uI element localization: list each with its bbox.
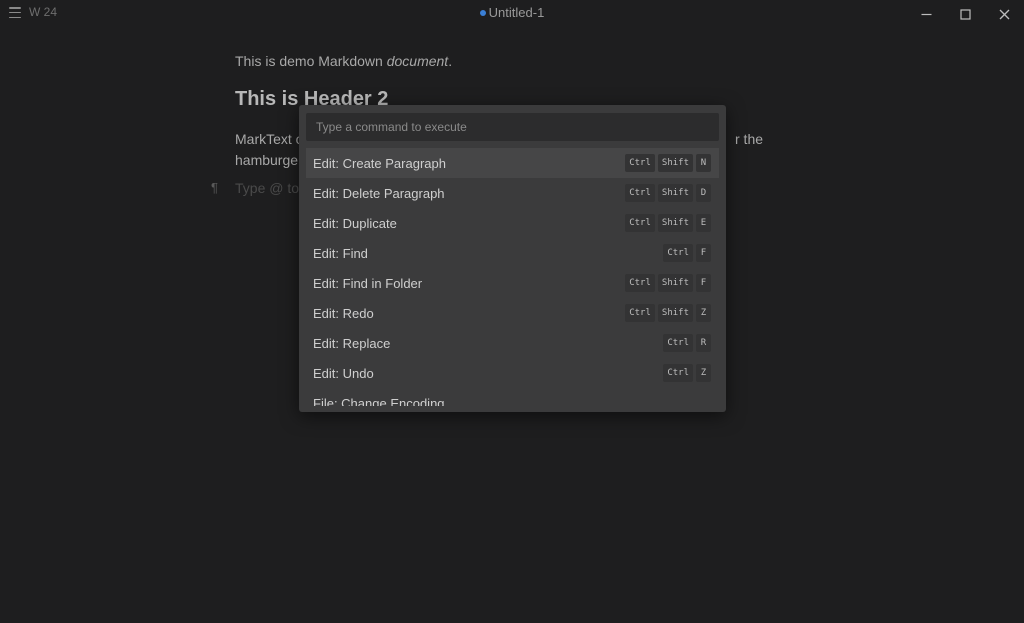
shortcut-keys: Ctrl Shift F: [625, 274, 711, 292]
shortcut-key: Ctrl: [663, 364, 693, 382]
shortcut-key: Shift: [657, 304, 693, 322]
command-item[interactable]: Edit: Delete Paragraph Ctrl Shift D: [306, 178, 719, 208]
command-item[interactable]: Edit: Duplicate Ctrl Shift E: [306, 208, 719, 238]
shortcut-key: Shift: [657, 154, 693, 172]
command-list: Edit: Create Paragraph Ctrl Shift N Edit: De…: [306, 148, 719, 406]
paragraph-icon[interactable]: ¶: [211, 180, 218, 195]
command-item[interactable]: File: Change Encoding: [306, 388, 719, 407]
shortcut-key: Shift: [657, 274, 693, 292]
command-label: Edit: Undo: [313, 365, 374, 381]
shortcut-keys: Ctrl R: [663, 334, 711, 352]
shortcut-key: Ctrl: [625, 214, 655, 232]
command-label: File: Change Encoding: [313, 395, 445, 407]
shortcut-key: D: [696, 184, 711, 202]
window-title-text: Untitled-1: [488, 5, 545, 20]
command-palette: Edit: Create ParagraphCtrlShiftNEdit: De…: [299, 105, 726, 412]
title-bar: W 24 Untitled-1: [0, 0, 1024, 28]
command-item[interactable]: Edit: Replace Ctrl R: [306, 328, 719, 358]
command-item[interactable]: Edit: Undo Ctrl Z: [306, 358, 719, 388]
shortcut-key: Ctrl: [625, 154, 655, 172]
shortcut-keys: Ctrl Shift Z: [625, 304, 711, 322]
minimize-button[interactable]: [906, 0, 946, 28]
command-search-input[interactable]: [306, 113, 719, 141]
shortcut-key: Shift: [657, 214, 693, 232]
shortcut-key: F: [696, 244, 711, 262]
maximize-icon: [959, 8, 971, 20]
minimize-icon: [921, 13, 931, 15]
command-label: Edit: Replace: [313, 335, 391, 351]
shortcut-key: Z: [696, 364, 711, 382]
shortcut-keys: Ctrl Shift E: [625, 214, 711, 232]
command-label: Edit: Find: [313, 245, 368, 261]
close-icon: [999, 9, 1009, 19]
command-item[interactable]: Edit: Find in Folder Ctrl Shift F: [306, 268, 719, 298]
shortcut-key: Ctrl: [625, 184, 655, 202]
paragraph[interactable]: This is demo Markdown document.: [235, 53, 452, 69]
shortcut-keys: Ctrl Z: [663, 364, 711, 382]
shortcut-keys: Ctrl F: [663, 244, 711, 262]
shortcut-keys: Ctrl Shift N: [625, 154, 711, 172]
paragraph-text: This is demo Markdown: [235, 53, 387, 69]
close-button[interactable]: [984, 0, 1024, 28]
shortcut-key: F: [696, 274, 711, 292]
window-title: Untitled-1: [0, 5, 1024, 20]
command-label: Edit: Delete Paragraph: [313, 185, 445, 201]
command-label: Edit: Duplicate: [313, 215, 397, 231]
unsaved-dot-icon: [479, 10, 486, 16]
shortcut-key: Shift: [657, 184, 693, 202]
shortcut-key: Ctrl: [625, 274, 655, 292]
shortcut-key: Ctrl: [663, 334, 693, 352]
command-label: Edit: Redo: [313, 305, 374, 321]
paragraph-end: .: [448, 53, 453, 69]
shortcut-key: R: [696, 334, 711, 352]
shortcut-key: Ctrl: [625, 304, 655, 322]
command-item[interactable]: Edit: Redo Ctrl Shift Z: [306, 298, 719, 328]
shortcut-key: E: [696, 214, 711, 232]
command-label: Edit: Create Paragraph: [313, 155, 446, 171]
shortcut-keys: Ctrl Shift D: [625, 184, 711, 202]
paragraph-line-tail: r the: [735, 131, 764, 147]
shortcut-key: N: [696, 154, 711, 172]
empty-paragraph-placeholder[interactable]: Type @ to: [235, 180, 299, 196]
command-item[interactable]: Edit: Find Ctrl F: [306, 238, 719, 268]
command-label: Edit: Find in Folder: [313, 275, 423, 291]
shortcut-key: Ctrl: [663, 244, 693, 262]
shortcut-key: Z: [696, 304, 711, 322]
command-item[interactable]: Edit: Create Paragraph Ctrl Shift N: [306, 148, 719, 178]
emphasis-text: document: [386, 53, 449, 69]
maximize-button[interactable]: [945, 0, 985, 28]
